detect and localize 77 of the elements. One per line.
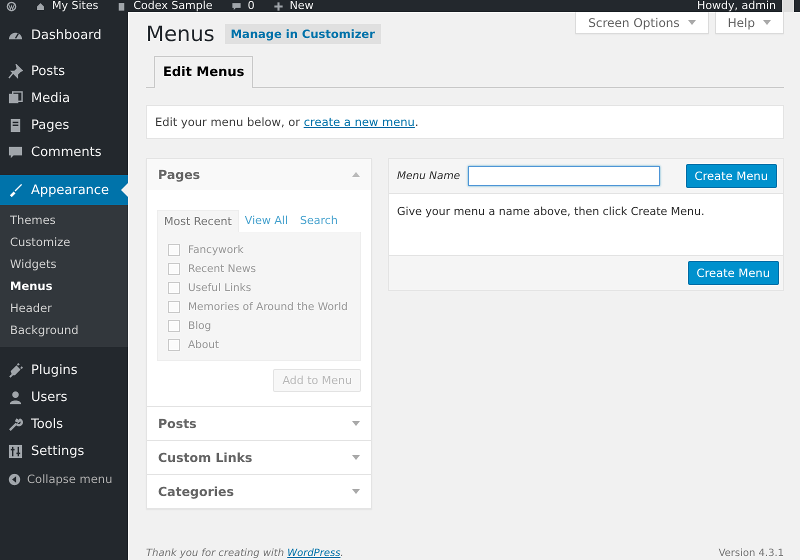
collapse-icon	[8, 472, 21, 486]
toolbar-link[interactable]: My Sites	[52, 0, 98, 12]
section-title: Posts	[158, 416, 197, 431]
page-title: Menus	[146, 22, 215, 46]
user-icon	[8, 390, 23, 405]
checkbox-label: Fancywork	[188, 244, 244, 256]
wrench-icon	[8, 417, 23, 432]
submenu-item[interactable]: Background	[0, 319, 128, 341]
create-menu-button[interactable]: Create Menu	[686, 164, 777, 188]
speech-bubble-icon	[8, 145, 23, 160]
checkbox[interactable]	[168, 244, 180, 256]
avatar-icon	[782, 0, 794, 12]
menu-item[interactable]: Pages	[0, 112, 128, 139]
speech-bubble-icon	[230, 0, 242, 12]
menu-item[interactable]: Appearance	[0, 175, 128, 205]
section-header[interactable]: Posts	[147, 406, 371, 440]
checkbox[interactable]	[168, 282, 180, 294]
tab[interactable]: Most Recent	[157, 210, 239, 232]
screen-options-button[interactable]: Screen Options	[575, 12, 709, 34]
submenu-item[interactable]: Menus	[0, 275, 128, 297]
menu-item[interactable]: Dashboard	[0, 22, 128, 49]
toolbar-link[interactable]: Codex Sample	[133, 0, 213, 12]
plug-icon	[8, 363, 23, 378]
checkbox-label: Blog	[188, 320, 212, 332]
tab[interactable]: Edit Menus	[154, 56, 254, 88]
collapse-menu-button[interactable]: Collapse menu	[27, 472, 112, 486]
section-header[interactable]: Pages	[147, 159, 371, 190]
menu-item[interactable]: Settings	[0, 438, 128, 465]
media-icon	[8, 91, 23, 106]
page-icon	[8, 118, 23, 133]
version-text: Version 4.3.1	[718, 548, 784, 560]
collapse-arrow-icon	[352, 172, 360, 177]
create-menu-link[interactable]: create a new menu	[304, 115, 415, 129]
caret-icon	[352, 489, 360, 494]
menu-name-field[interactable]	[468, 166, 660, 186]
caret-icon	[763, 20, 771, 25]
customizer-button[interactable]: Manage in Customizer	[224, 24, 381, 44]
checkbox-label: Memories of Around the World	[188, 300, 348, 312]
toolbar-link[interactable]: 0	[248, 0, 255, 12]
caret-icon	[352, 455, 360, 460]
checkbox-label: About	[188, 338, 220, 350]
pushpin-icon	[8, 64, 23, 79]
menu-item[interactable]: Users	[0, 384, 128, 411]
section-title: Custom Links	[158, 450, 252, 465]
checkbox[interactable]	[168, 262, 180, 274]
checkbox[interactable]	[168, 338, 180, 350]
wordpress-link[interactable]: WordPress	[287, 548, 340, 559]
submenu-item[interactable]: Header	[0, 297, 128, 319]
section-title: Pages	[158, 167, 200, 182]
checkbox-label: Recent News	[188, 262, 256, 274]
section-title: Categories	[158, 484, 234, 499]
account-link[interactable]: Howdy, admin	[697, 0, 776, 12]
section-header[interactable]: Categories	[147, 474, 371, 508]
toolbar-link[interactable]: New	[290, 0, 314, 12]
menu-item[interactable]: Tools	[0, 411, 128, 438]
instructions-text: Give your menu a name above, then click Create Menu.	[396, 204, 706, 220]
help-button[interactable]: Help	[714, 12, 784, 34]
notice-text: Edit your menu below, or create a new menu.	[146, 105, 784, 139]
field-label: Menu Name	[397, 170, 460, 182]
submenu-item[interactable]: Customize	[0, 231, 128, 253]
plus-icon	[272, 0, 284, 12]
checkbox[interactable]	[168, 300, 180, 312]
submenu-item[interactable]: Widgets	[0, 253, 128, 275]
create-menu-button[interactable]: Create Menu	[688, 261, 779, 285]
menu-item[interactable]: Plugins	[0, 357, 128, 384]
caret-icon	[688, 20, 696, 25]
checkbox[interactable]	[168, 320, 180, 332]
menu-item[interactable]: Comments	[0, 139, 128, 166]
menu-item[interactable]: Media	[0, 85, 128, 112]
sliders-icon	[8, 444, 23, 459]
caret-icon	[352, 421, 360, 426]
footer-text: Thank you for creating with WordPress.	[146, 548, 344, 560]
menu-item[interactable]: Posts	[0, 58, 128, 85]
checkbox-label: Useful Links	[188, 282, 252, 294]
submenu-item[interactable]: Themes	[0, 209, 128, 231]
brush-icon	[8, 182, 23, 198]
section-header[interactable]: Custom Links	[147, 440, 371, 474]
